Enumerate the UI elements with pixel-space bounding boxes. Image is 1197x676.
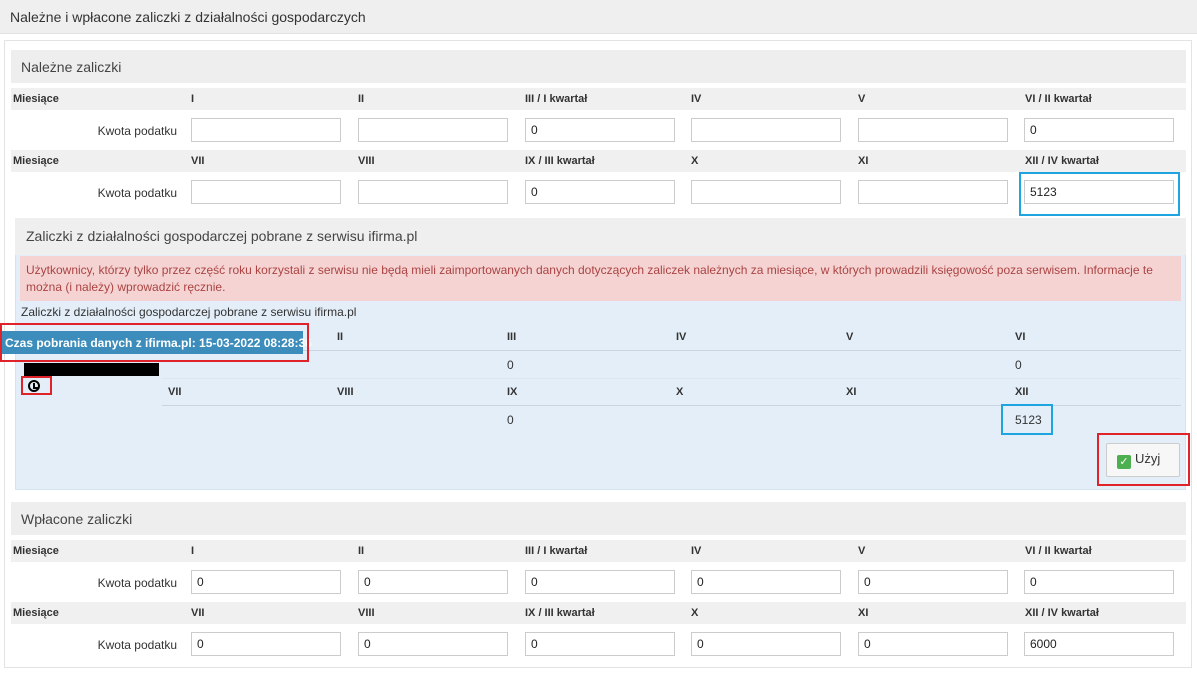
months-label: Miesiące	[13, 545, 59, 557]
highlight-box-use-button	[1097, 433, 1190, 486]
month-header: II	[358, 545, 365, 557]
redacted-block	[24, 363, 159, 376]
month-header: X	[691, 155, 699, 167]
wplacone-input-2[interactable]	[358, 570, 508, 594]
wplacone-input-8[interactable]	[358, 632, 508, 656]
months-label: Miesiące	[13, 155, 59, 167]
highlight-box-xii-input	[1019, 172, 1180, 216]
nalezne-input-1[interactable]	[191, 118, 341, 142]
nalezne-input-4[interactable]	[691, 118, 841, 142]
month-header: VI / II kwartał	[1025, 545, 1092, 557]
month-header: I	[191, 545, 195, 557]
month-header: XI	[858, 607, 869, 619]
highlight-box-clock	[21, 376, 52, 395]
wplacone-input-12[interactable]	[1024, 632, 1174, 656]
month-header: XII / IV kwartał	[1025, 155, 1099, 167]
kwota-label: Kwota podatku	[97, 124, 177, 138]
month-header: V	[858, 545, 866, 557]
import-month-header: XII	[1015, 386, 1029, 398]
wplacone-input-9[interactable]	[525, 632, 675, 656]
import-month-header: VII	[168, 386, 182, 398]
section-title-nalezne: Należne zaliczki	[11, 50, 1186, 83]
highlight-box-timestamp	[0, 323, 309, 362]
nalezne-input-9[interactable]	[525, 180, 675, 204]
kwota-label: Kwota podatku	[97, 576, 177, 590]
import-month-header: III	[507, 331, 517, 343]
wplacone-input-4[interactable]	[691, 570, 841, 594]
table-divider	[162, 350, 1181, 351]
nalezne-input-3[interactable]	[525, 118, 675, 142]
month-header: III / I kwartał	[525, 545, 588, 557]
month-header: VII	[191, 607, 205, 619]
nalezne-input-6[interactable]	[1024, 118, 1174, 142]
month-header: IX / III kwartał	[525, 155, 595, 167]
nalezne-input-11[interactable]	[858, 180, 1008, 204]
wplacone-input-10[interactable]	[691, 632, 841, 656]
month-header: XII / IV kwartał	[1025, 607, 1099, 619]
month-header: III / I kwartał	[525, 93, 588, 105]
nalezne-header-row-2	[11, 150, 1186, 172]
nalezne-header-row-1	[11, 88, 1186, 110]
import-month-header: IV	[676, 331, 687, 343]
month-header: V	[858, 93, 866, 105]
nalezne-input-8[interactable]	[358, 180, 508, 204]
month-header: X	[691, 607, 699, 619]
import-value: 0	[507, 358, 514, 372]
import-subtitle: Zaliczki z działalności gospodarczej pob…	[21, 305, 357, 319]
section-title-wplacone: Wpłacone zaliczki	[11, 502, 1186, 535]
import-month-header: VIII	[337, 386, 354, 398]
import-value: 0	[507, 413, 514, 427]
wplacone-input-3[interactable]	[525, 570, 675, 594]
month-header: IV	[691, 93, 702, 105]
month-header: VI / II kwartał	[1025, 93, 1092, 105]
import-value: 0	[1015, 358, 1022, 372]
wplacone-input-1[interactable]	[191, 570, 341, 594]
wplacone-header-row-2	[11, 602, 1186, 624]
wplacone-input-6[interactable]	[1024, 570, 1174, 594]
nalezne-input-7[interactable]	[191, 180, 341, 204]
highlight-box-xii-value	[1001, 404, 1053, 435]
month-header: I	[191, 93, 195, 105]
import-month-header: X	[676, 386, 684, 398]
months-label: Miesiące	[13, 93, 59, 105]
nalezne-input-5[interactable]	[858, 118, 1008, 142]
import-month-header: XI	[846, 386, 857, 398]
month-header: XI	[858, 155, 869, 167]
month-header: VII	[191, 155, 205, 167]
nalezne-input-10[interactable]	[691, 180, 841, 204]
import-month-header: VI	[1015, 331, 1026, 343]
wplacone-input-11[interactable]	[858, 632, 1008, 656]
wplacone-input-7[interactable]	[191, 632, 341, 656]
nalezne-input-2[interactable]	[358, 118, 508, 142]
wplacone-input-5[interactable]	[858, 570, 1008, 594]
month-header: VIII	[358, 607, 375, 619]
month-header: VIII	[358, 155, 375, 167]
kwota-label: Kwota podatku	[97, 638, 177, 652]
month-header: IX / III kwartał	[525, 607, 595, 619]
import-month-header: IX	[507, 386, 518, 398]
kwota-label: Kwota podatku	[97, 186, 177, 200]
import-alert: Użytkownicy, którzy tylko przez część ro…	[20, 256, 1181, 301]
page-header: Należne i wpłacone zaliczki z działalnoś…	[0, 0, 1197, 34]
months-label: Miesiące	[13, 607, 59, 619]
page-title: Należne i wpłacone zaliczki z działalnoś…	[10, 9, 366, 25]
month-header: II	[358, 93, 365, 105]
wplacone-header-row-1	[11, 540, 1186, 562]
table-divider	[162, 378, 1181, 379]
import-month-header: II	[337, 331, 344, 343]
import-title: Zaliczki z działalności gospodarczej pob…	[15, 218, 1186, 255]
import-month-header: V	[846, 331, 854, 343]
month-header: IV	[691, 545, 702, 557]
